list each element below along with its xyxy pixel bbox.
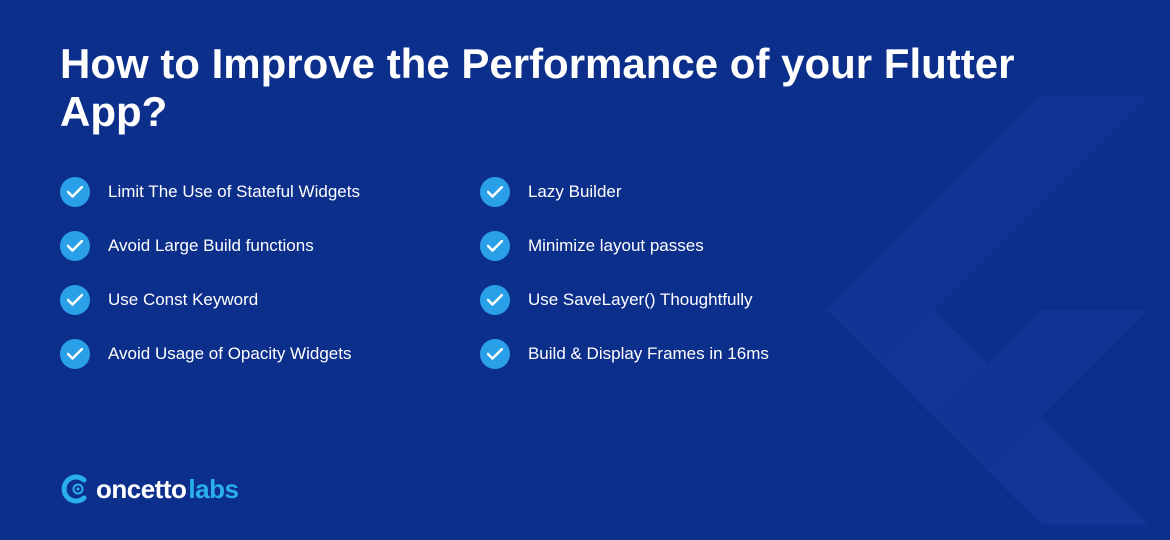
list-item: Build & Display Frames in 16ms <box>480 339 769 369</box>
right-column: Lazy Builder Minimize layout passes Use … <box>480 177 769 369</box>
check-icon <box>480 231 510 261</box>
tips-columns: Limit The Use of Stateful Widgets Avoid … <box>60 177 1110 369</box>
list-item: Use SaveLayer() Thoughtfully <box>480 285 769 315</box>
check-icon <box>480 339 510 369</box>
brand-text-labs: labs <box>188 474 238 505</box>
list-item: Avoid Large Build functions <box>60 231 360 261</box>
item-label: Avoid Usage of Opacity Widgets <box>108 344 351 364</box>
item-label: Minimize layout passes <box>528 236 704 256</box>
item-label: Lazy Builder <box>528 182 622 202</box>
item-label: Use SaveLayer() Thoughtfully <box>528 290 753 310</box>
item-label: Use Const Keyword <box>108 290 258 310</box>
list-item: Avoid Usage of Opacity Widgets <box>60 339 360 369</box>
check-icon <box>60 339 90 369</box>
list-item: Minimize layout passes <box>480 231 769 261</box>
main-container: How to Improve the Performance of your F… <box>0 0 1170 540</box>
check-icon <box>480 177 510 207</box>
brand-logo: oncetto labs <box>60 472 238 506</box>
check-icon <box>60 231 90 261</box>
list-item: Lazy Builder <box>480 177 769 207</box>
item-label: Build & Display Frames in 16ms <box>528 344 769 364</box>
list-item: Limit The Use of Stateful Widgets <box>60 177 360 207</box>
brand-c-icon <box>60 472 94 506</box>
check-icon <box>480 285 510 315</box>
brand-text-oncetto: oncetto <box>96 474 186 505</box>
item-label: Limit The Use of Stateful Widgets <box>108 182 360 202</box>
list-item: Use Const Keyword <box>60 285 360 315</box>
item-label: Avoid Large Build functions <box>108 236 314 256</box>
page-title: How to Improve the Performance of your F… <box>60 40 1110 137</box>
check-icon <box>60 285 90 315</box>
check-icon <box>60 177 90 207</box>
left-column: Limit The Use of Stateful Widgets Avoid … <box>60 177 360 369</box>
